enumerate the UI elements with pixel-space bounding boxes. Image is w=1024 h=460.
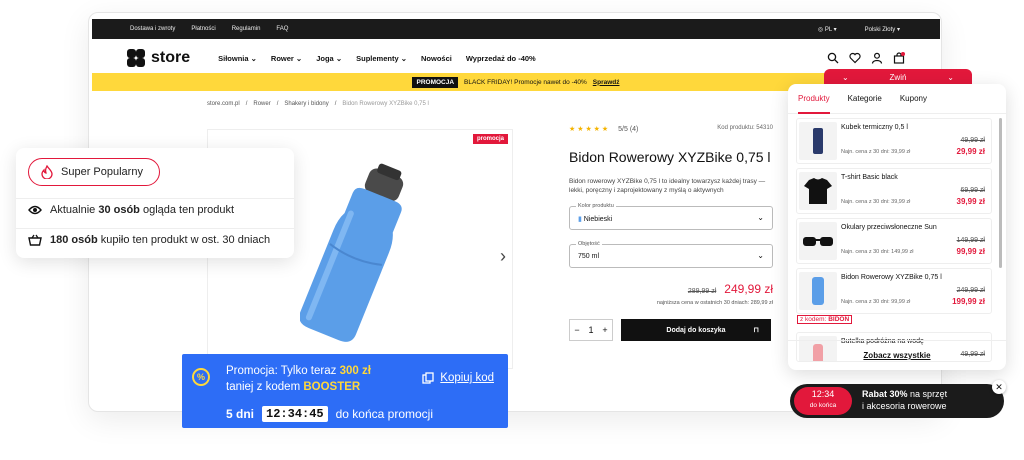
menu-item-yoga[interactable]: Joga ⌄ [316, 54, 342, 63]
search-icon[interactable] [827, 52, 839, 64]
currency-select[interactable]: Polski Złoty ▾ [865, 26, 900, 33]
store-logo[interactable]: store [127, 49, 190, 67]
discount-banner[interactable]: 12:34 do końca Rabat 30% na sprzęt i akc… [790, 380, 1006, 418]
list-item[interactable]: Okulary przeciwsłoneczne Sun Najn. cena … [796, 218, 992, 264]
heart-icon[interactable] [849, 52, 861, 64]
breadcrumb-current: Bidon Rowerowy XYZBike 0,75 l [342, 101, 429, 107]
lowest-price-note: najniższa cena w ostatnich 30 dniach: 28… [656, 299, 773, 306]
mug-thumbnail [799, 122, 837, 160]
coupon-code: BOOSTER [303, 380, 361, 393]
menu-item-supplements[interactable]: Suplementy ⌄ [356, 54, 407, 63]
user-icon[interactable] [871, 52, 883, 64]
top-bar: Dostawa i zwroty Płatności Regulamin FAQ… [92, 19, 940, 39]
menu-item-new[interactable]: Nowości [421, 54, 452, 63]
flame-icon [41, 165, 53, 179]
topbar-link-faq[interactable]: FAQ [276, 26, 288, 32]
popular-badge: Super Popularny [28, 158, 160, 186]
next-image-chevron-icon[interactable]: › [500, 246, 506, 267]
bag-icon: ⊓ [753, 327, 759, 334]
product-description: Bidon rowerowy XYZBike 0,75 l to idealny… [569, 178, 766, 195]
tshirt-thumbnail [799, 172, 837, 210]
main-nav: store Siłownia ⌄ Rower ⌄ Joga ⌄ Suplemen… [89, 43, 941, 73]
breadcrumb-home[interactable]: store.com.pl [207, 101, 240, 107]
list-item[interactable]: T-shirt Basic black Najn. cena z 30 dni:… [796, 168, 992, 214]
chevron-down-icon: ⌄ [842, 72, 849, 82]
promo-countdown: 5 dni 12:34:45 do końca promocji [226, 406, 434, 422]
chevron-down-icon: ⌄ [947, 72, 954, 82]
product-list: Kubek termiczny 0,5 l Najn. cena z 30 dn… [796, 118, 992, 366]
promo-badge: promocja [472, 134, 508, 144]
breadcrumb-shakers[interactable]: Shakery i bidony [284, 101, 328, 107]
minus-icon[interactable]: − [574, 325, 579, 335]
panel-scrollbar[interactable] [999, 118, 1002, 268]
tab-products[interactable]: Produkty [798, 94, 830, 114]
volume-select-label: Objętość [576, 240, 602, 247]
rating-stars-icon: ★ ★ ★ ★ ★ [569, 126, 609, 133]
close-icon[interactable]: ✕ [992, 380, 1006, 394]
cart-icon[interactable] [893, 52, 905, 64]
copy-icon [422, 372, 434, 384]
countdown-clock: 12:34:45 [262, 406, 328, 422]
basket-icon [28, 234, 42, 246]
menu-item-gym[interactable]: Siłownia ⌄ [218, 54, 257, 63]
viewing-now-row: Aktualnie 30 osób ogląda ten produkt [28, 204, 234, 216]
eye-icon [28, 205, 42, 215]
color-select[interactable]: Kolor produktu ▮ Niebieski ⌄ [569, 202, 773, 230]
countdown-days: 5 dni [226, 407, 255, 421]
breadcrumb-bike[interactable]: Rower [253, 101, 270, 107]
globe-icon: ◎ [817, 26, 825, 33]
list-item[interactable]: Kubek termiczny 0,5 l Najn. cena z 30 dn… [796, 118, 992, 164]
rating-count[interactable]: 5/5 (4) [618, 126, 638, 133]
tab-coupons[interactable]: Kupony [900, 94, 927, 113]
coupon-promo-box: % Promocja: Tylko teraz 300 zł taniej z … [182, 354, 508, 428]
discount-countdown: 12:34 do końca [794, 387, 852, 415]
chevron-down-icon: ⌄ [757, 250, 764, 260]
product-info: ★ ★ ★ ★ ★ 5/5 (4) Kod produktu: 54310 Bi… [569, 125, 773, 306]
tab-categories[interactable]: Kategorie [848, 94, 882, 113]
language-select[interactable]: ◎ PL ▾ [818, 26, 837, 33]
menu-item-bike[interactable]: Rower ⌄ [271, 54, 302, 63]
topbar-link-shipping[interactable]: Dostawa i zwroty [130, 26, 175, 32]
collapse-panel-button[interactable]: ⌄ Zwiń ⌄ [824, 69, 972, 85]
promo-strip-link[interactable]: Sprawdź [593, 79, 620, 86]
chevron-down-icon: ⌄ [757, 212, 764, 222]
topbar-link-terms[interactable]: Regulamin [232, 26, 261, 32]
bottle-image [300, 163, 404, 342]
bottle-thumbnail [799, 272, 837, 310]
see-all-link[interactable]: Zobacz wszystkie [788, 340, 1006, 370]
promo-message: Promocja: Tylko teraz 300 zł taniej z ko… [226, 365, 371, 393]
product-title: Bidon Rowerowy XYZBike 0,75 l [569, 149, 771, 165]
bought-row: 180 osób kupiło ten produkt w ost. 30 dn… [28, 234, 270, 246]
social-proof-card: Super Popularny Aktualnie 30 osób ogląda… [16, 148, 294, 258]
breadcrumb: store.com.pl / Rower / Shakery i bidony … [207, 101, 429, 107]
topbar-link-payments[interactable]: Płatności [191, 26, 215, 32]
quantity-value[interactable]: 1 [588, 325, 593, 335]
logo-mark-icon [127, 49, 145, 67]
promo-strip-tag: PROMOCJA [412, 76, 459, 88]
plus-icon[interactable]: + [602, 325, 607, 335]
menu-item-sale[interactable]: Wyprzedaż do -40% [466, 54, 536, 63]
panel-tabs: Produkty Kategorie Kupony [788, 84, 1006, 114]
list-item[interactable]: Bidon Rowerowy XYZBike 0,75 l Najn. cena… [796, 268, 992, 324]
old-price: 289,99 zł [687, 287, 717, 295]
color-select-label: Kolor produktu [576, 202, 616, 209]
discount-message: Rabat 30% na sprzęt i akcesoria rowerowe [862, 389, 948, 411]
promo-strip-text: BLACK FRIDAY! Promocje nawet do -40% [464, 78, 587, 86]
quantity-stepper[interactable]: − 1 + [569, 319, 613, 341]
coupon-tag: z kodem: BIDON [797, 315, 853, 324]
sunglasses-thumbnail [799, 222, 837, 260]
copy-code-button[interactable]: Kopiuj kod [422, 372, 494, 384]
product-sku: Kod produktu: 54310 [717, 125, 773, 131]
percent-icon: % [192, 368, 210, 386]
recommendations-panel: Produkty Kategorie Kupony Kubek termiczn… [788, 84, 1006, 370]
current-price: 249,99 zł [724, 281, 773, 296]
add-to-cart-button[interactable]: Dodaj do koszyka ⊓ [621, 319, 771, 341]
price-block: 289,99 zł 249,99 zł najniższa cena w osta… [569, 280, 773, 306]
volume-select[interactable]: Objętość 750 ml ⌄ [569, 240, 773, 268]
